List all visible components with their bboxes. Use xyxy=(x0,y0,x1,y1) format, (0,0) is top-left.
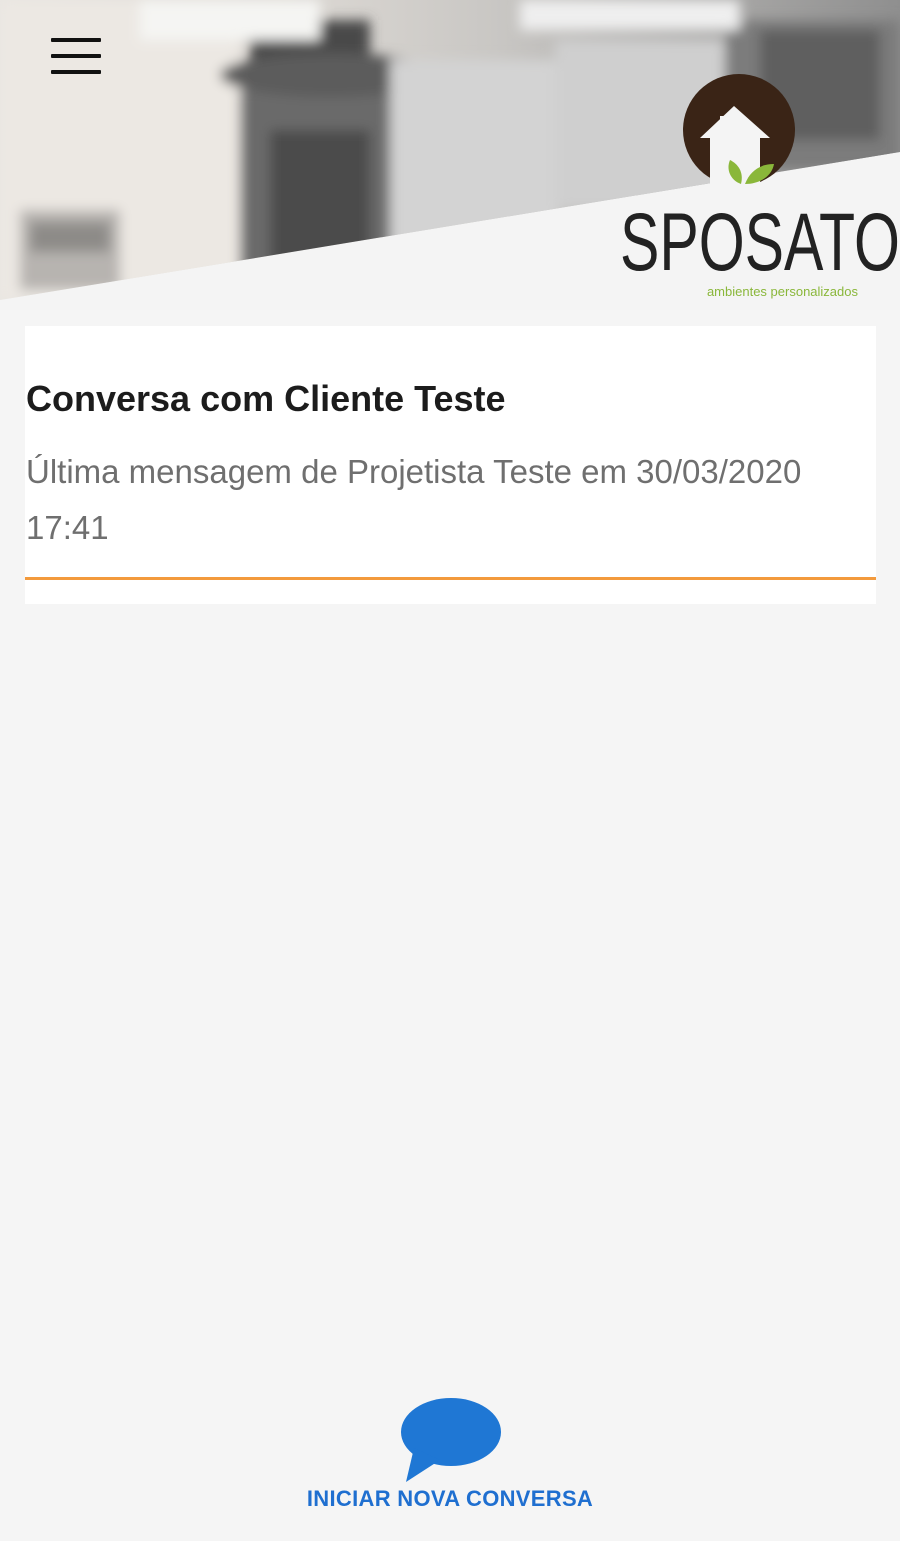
conversation-title: Conversa com Cliente Teste xyxy=(26,378,506,419)
conversation-last-message: Última mensagem de Projetista Teste em 3… xyxy=(26,453,802,546)
new-conversation-button[interactable]: INICIAR NOVA CONVERSA xyxy=(290,1392,610,1522)
header: SPOSATO ambientes personalizados xyxy=(0,0,900,310)
house-leaf-logo-icon xyxy=(683,74,795,196)
hamburger-menu-icon xyxy=(51,38,101,42)
new-conversation-label: INICIAR NOVA CONVERSA xyxy=(306,1486,594,1511)
brand-name: SPOSATO xyxy=(620,197,900,288)
sposato-logo: SPOSATO ambientes personalizados xyxy=(610,72,900,304)
chat-bubble-icon xyxy=(401,1398,501,1482)
conversation-divider xyxy=(25,577,876,580)
conversation-list-item[interactable]: Conversa com Cliente Teste Última mensag… xyxy=(25,326,876,604)
menu-button[interactable] xyxy=(40,28,112,84)
brand-tagline: ambientes personalizados xyxy=(706,284,858,299)
